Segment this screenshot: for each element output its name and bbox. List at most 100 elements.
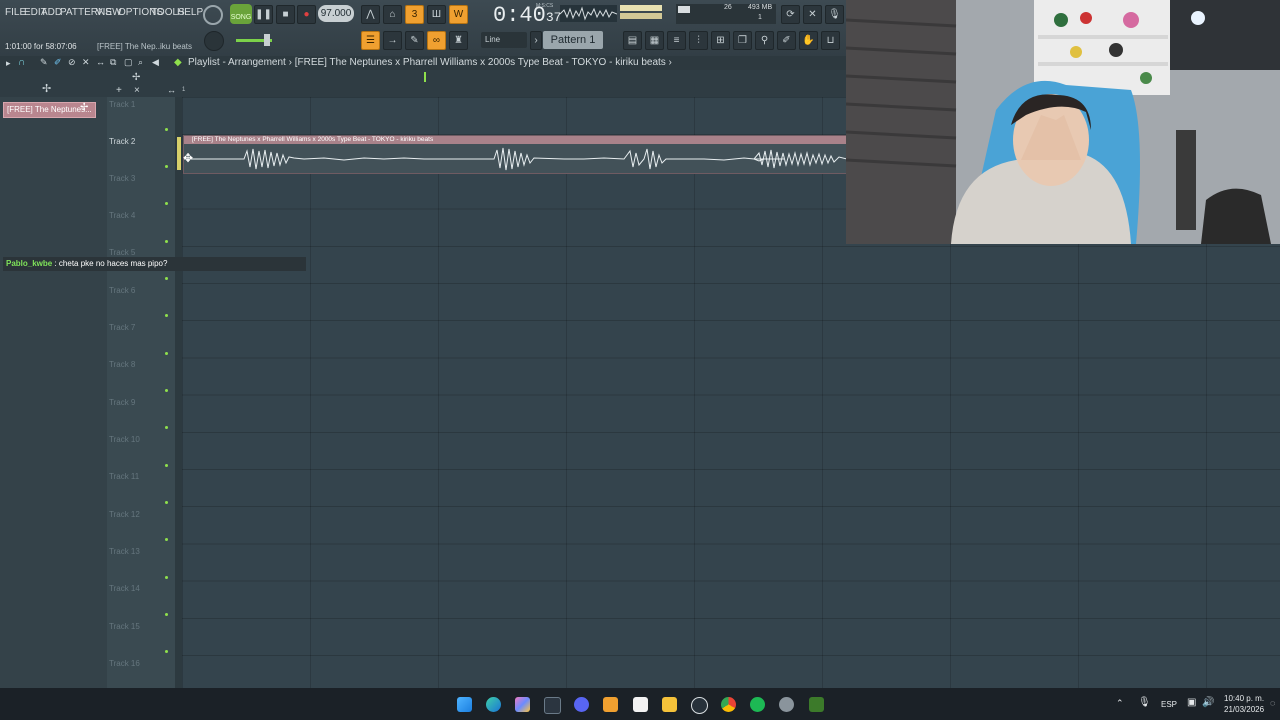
chevron-up-icon[interactable]: ⌃: [1116, 698, 1124, 709]
paint-tool-icon[interactable]: ✐: [54, 57, 62, 68]
file-explorer-icon[interactable]: [662, 697, 677, 712]
pattern-arrow-icon[interactable]: ›: [530, 31, 542, 50]
track-9-enable-led[interactable]: [165, 426, 168, 429]
track-15-enable-led[interactable]: [165, 650, 168, 653]
track-label-6[interactable]: Track 6: [109, 286, 135, 295]
clip-mute-handle[interactable]: [177, 137, 181, 170]
magnet-icon[interactable]: ∩: [18, 57, 25, 68]
clipboard-icon[interactable]: ❐: [733, 31, 752, 50]
wait-input-icon[interactable]: ⌂: [383, 5, 402, 24]
plus-icon[interactable]: +: [116, 85, 122, 96]
spotify-icon[interactable]: [750, 697, 765, 712]
track-label-13[interactable]: Track 13: [109, 547, 140, 556]
plugin-icon[interactable]: ⚲: [755, 31, 774, 50]
piano-roll-icon[interactable]: ▦: [645, 31, 664, 50]
track-label-8[interactable]: Track 8: [109, 360, 135, 369]
copilot-icon[interactable]: [515, 697, 530, 712]
tree-icon[interactable]: ⊞: [711, 31, 730, 50]
link-icon[interactable]: ∞: [427, 31, 446, 50]
track-label-4[interactable]: Track 4: [109, 211, 135, 220]
start-icon[interactable]: [457, 697, 472, 712]
track-11-enable-led[interactable]: [165, 501, 168, 504]
discord-icon[interactable]: [574, 697, 589, 712]
delete-tool-icon[interactable]: ⊘: [68, 57, 76, 68]
notification-icon[interactable]: ◌: [1270, 698, 1275, 708]
snap-select[interactable]: Line: [481, 32, 527, 48]
playlist-timeline[interactable]: [0, 70, 846, 97]
microphone-icon[interactable]: 🎙: [825, 5, 844, 24]
move-icon[interactable]: ✢: [80, 102, 88, 113]
draw-icon[interactable]: ✎: [405, 31, 424, 50]
select-tool-icon[interactable]: ▢: [124, 57, 133, 68]
track-label-16[interactable]: Track 16: [109, 659, 140, 668]
track-label-5[interactable]: Track 5: [109, 248, 135, 257]
hand-icon[interactable]: ✋: [799, 31, 818, 50]
fl-studio-icon[interactable]: [603, 697, 618, 712]
input-language[interactable]: ESP: [1161, 700, 1177, 709]
x-icon[interactable]: ×: [134, 85, 140, 96]
track-label-10[interactable]: Track 10: [109, 435, 140, 444]
stop-button[interactable]: ■: [276, 5, 295, 24]
playback-tool-icon[interactable]: ◀: [152, 57, 159, 68]
slice-tool-icon[interactable]: ⧉: [110, 57, 116, 68]
track-6-enable-led[interactable]: [165, 314, 168, 317]
brush-icon[interactable]: ✐: [777, 31, 796, 50]
menu-add[interactable]: ADD: [41, 7, 62, 18]
record-button[interactable]: ●: [297, 5, 316, 24]
obs-icon[interactable]: [691, 697, 708, 714]
track-label-7[interactable]: Track 7: [109, 323, 135, 332]
microphone-tray-icon[interactable]: 🎙: [1138, 697, 1151, 708]
playlist-icon[interactable]: ☰: [361, 31, 380, 50]
track-1-enable-led[interactable]: [165, 128, 168, 131]
widget-icon[interactable]: [544, 697, 561, 714]
track-label-1[interactable]: Track 1: [109, 100, 135, 109]
pencil-tool-icon[interactable]: ✎: [40, 57, 48, 68]
master-volume-handle[interactable]: [264, 34, 270, 46]
track-13-enable-led[interactable]: [165, 576, 168, 579]
track-4-enable-led[interactable]: [165, 240, 168, 243]
zoom-tool-icon[interactable]: ⌕: [138, 57, 143, 68]
mute-tool-icon[interactable]: ✕: [82, 57, 90, 68]
game-icon[interactable]: [809, 697, 824, 712]
tempo-display[interactable]: 97.000: [318, 5, 354, 22]
volume-icon[interactable]: 🔊: [1202, 697, 1214, 708]
step-edit-icon[interactable]: Ш: [427, 5, 446, 24]
close-icon[interactable]: ✕: [803, 5, 822, 24]
master-pitch-knob[interactable]: [204, 31, 224, 51]
audio-clip[interactable]: [FREE] The Neptunes x Pharrell Williams …: [183, 135, 855, 174]
track-3-enable-led[interactable]: [165, 202, 168, 205]
mixer-icon[interactable]: ⫶: [689, 31, 708, 50]
loop-record-icon[interactable]: W: [449, 5, 468, 24]
network-icon[interactable]: ▣: [1187, 697, 1196, 708]
track-5-enable-led[interactable]: [165, 277, 168, 280]
zoom-horizontal-icon[interactable]: ✢: [132, 72, 140, 83]
arrow-icon[interactable]: →: [383, 31, 402, 50]
playhead-marker[interactable]: [424, 72, 426, 82]
cart-icon[interactable]: ⊔: [821, 31, 840, 50]
track-label-9[interactable]: Track 9: [109, 398, 135, 407]
system-clock[interactable]: 10:40 p. m. 21/03/2026: [1224, 693, 1264, 715]
pattern-select[interactable]: Pattern 1: [543, 31, 603, 49]
edge-icon[interactable]: [486, 697, 501, 712]
notepad-icon[interactable]: [633, 697, 648, 712]
restart-icon[interactable]: ⟳: [781, 5, 800, 24]
resize-icon[interactable]: ↔: [167, 85, 176, 95]
track-label-11[interactable]: Track 11: [109, 472, 139, 481]
menu-help[interactable]: HELP: [177, 7, 203, 18]
track-7-enable-led[interactable]: [165, 352, 168, 355]
expand-arrow-icon[interactable]: ▸: [6, 58, 11, 69]
browser-icon[interactable]: ≡: [667, 31, 686, 50]
master-volume-knob[interactable]: [203, 5, 223, 25]
track-12-enable-led[interactable]: [165, 538, 168, 541]
track-label-3[interactable]: Track 3: [109, 174, 135, 183]
track-10-enable-led[interactable]: [165, 464, 168, 467]
play-button[interactable]: ❚❚: [254, 5, 273, 24]
stamp-icon[interactable]: ♜: [449, 31, 468, 50]
track-8-enable-led[interactable]: [165, 389, 168, 392]
track-2-enable-led[interactable]: [165, 165, 168, 168]
countdown-icon[interactable]: 3: [405, 5, 424, 24]
playlist-play-icon[interactable]: ◆: [174, 57, 182, 68]
settings-gear-icon[interactable]: [779, 697, 794, 712]
slip-tool-icon[interactable]: ↔: [96, 57, 105, 67]
track-label-2[interactable]: Track 2: [109, 137, 135, 146]
